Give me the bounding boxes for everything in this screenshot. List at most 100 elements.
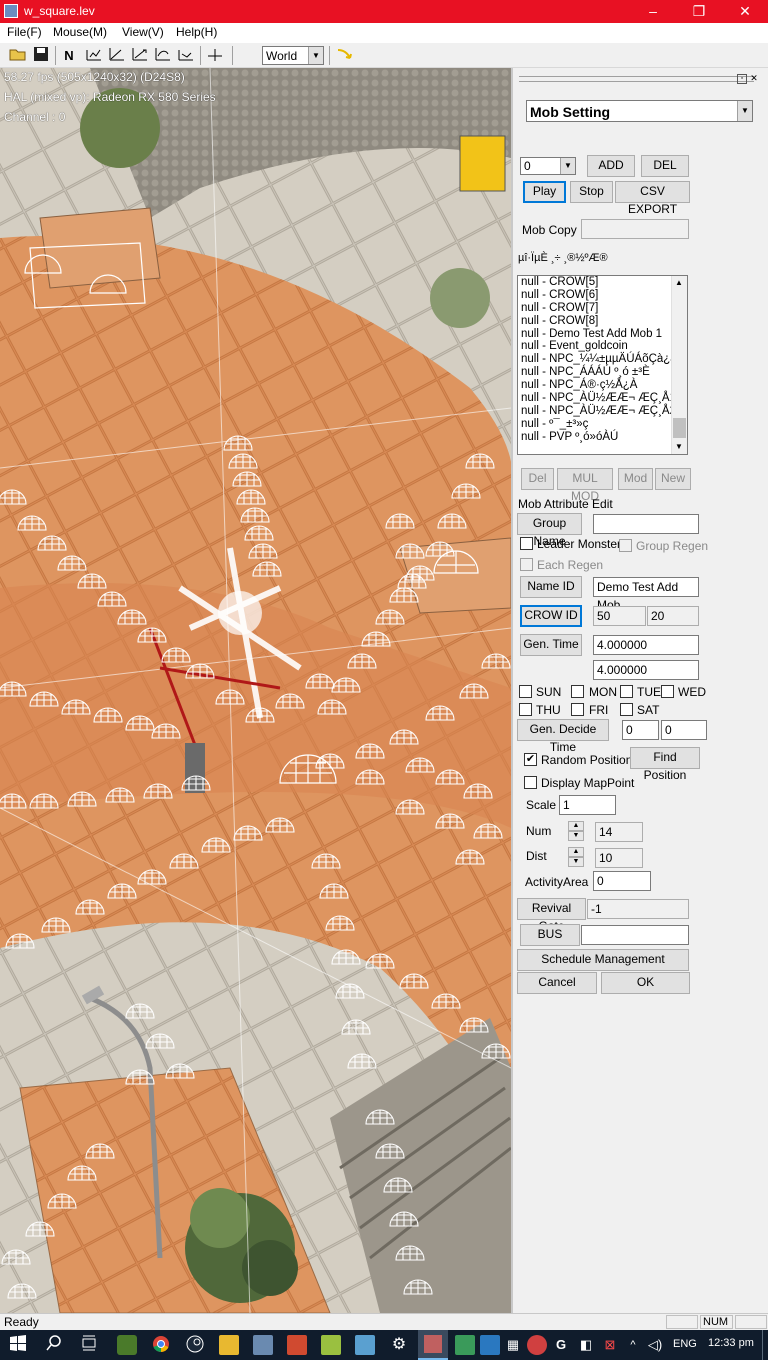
task-view-icon[interactable] <box>79 1335 99 1355</box>
gear-icon[interactable]: ⚙ <box>389 1335 409 1355</box>
graph-icon[interactable] <box>84 46 104 65</box>
clock[interactable]: 12:33 pm <box>708 1337 754 1349</box>
close-button[interactable]: ✕ <box>722 0 768 23</box>
list-item[interactable]: null - NPC_ÀÜ½ÆÆ¬ ÆÇ¸Å1 <box>518 392 687 405</box>
sun-checkbox[interactable] <box>519 685 532 698</box>
find-position-button[interactable]: Find Position <box>630 747 700 782</box>
restore-button[interactable]: ❐ <box>676 0 722 23</box>
list-item[interactable]: null - NPC_¼¼±µµÄÚÁõÇà¿ä¿ø <box>518 353 687 366</box>
mon-checkbox[interactable] <box>571 685 584 698</box>
list-item[interactable]: null - NPC_ÁÁÁÚ º¸ó ±³È <box>518 366 687 379</box>
scroll-down-icon[interactable]: ▼ <box>675 442 683 451</box>
chrome-icon[interactable] <box>151 1335 171 1355</box>
axis-rotate-icon[interactable] <box>153 46 173 65</box>
list-item[interactable]: null - NPC_Á®·ç½Å¿À <box>518 379 687 392</box>
cancel-button[interactable]: Cancel <box>517 972 597 994</box>
crow-id-main-field[interactable]: 50 <box>593 606 646 626</box>
each-regen-checkbox[interactable] <box>520 558 533 571</box>
grid-icon[interactable]: ▦ <box>503 1335 523 1355</box>
index-select[interactable]: 0 ▼ <box>520 157 576 175</box>
axis-icon[interactable] <box>107 46 127 65</box>
schedule-management-button[interactable]: Schedule Management <box>517 949 689 971</box>
stop-button[interactable]: Stop <box>570 181 613 203</box>
scroll-thumb[interactable] <box>673 418 686 438</box>
menu-view[interactable]: View(V) <box>122 25 164 39</box>
panel-gripper[interactable] <box>519 76 754 82</box>
file-explorer-icon[interactable] <box>219 1335 239 1355</box>
play-button[interactable]: Play <box>523 181 566 203</box>
axis-move-icon[interactable] <box>176 46 196 65</box>
num-field[interactable]: 14 <box>595 822 643 842</box>
list-mulmod-button[interactable]: MUL MOD <box>557 468 613 503</box>
tue-checkbox[interactable] <box>620 685 633 698</box>
gen-decide-time-button[interactable]: Gen. Decide Time <box>517 719 609 754</box>
dist-field[interactable]: 10 <box>595 848 643 868</box>
menu-mouse[interactable]: Mouse(M) <box>53 25 107 39</box>
gen-time-button[interactable]: Gen. Time <box>520 634 582 656</box>
float-icon[interactable]: ▫ <box>737 74 747 84</box>
axis-scale-icon[interactable] <box>130 46 150 65</box>
speaker-icon[interactable]: ◁) <box>645 1335 665 1355</box>
list-mod-button[interactable]: Mod <box>618 468 653 490</box>
list-item[interactable]: null - Event_goldcoin <box>518 340 687 353</box>
g-app-icon[interactable]: G <box>551 1335 571 1355</box>
app-leaf-icon[interactable] <box>117 1335 137 1355</box>
gen-decide-field-b[interactable]: 0 <box>661 720 707 740</box>
open-folder-icon[interactable] <box>8 46 28 65</box>
mob-list-scrollbar[interactable]: ▲ ▼ <box>671 276 687 454</box>
group-regen-checkbox[interactable] <box>619 539 632 552</box>
windows-start-icon[interactable] <box>8 1335 28 1355</box>
scale-field[interactable]: 1 <box>559 795 616 815</box>
gen-decide-field-a[interactable]: 0 <box>622 720 659 740</box>
show-desktop-button[interactable] <box>762 1330 763 1360</box>
group-name-button[interactable]: Group Name <box>517 513 582 548</box>
notepad-plus-icon[interactable] <box>321 1335 341 1355</box>
sat-checkbox[interactable] <box>620 703 633 716</box>
name-id-field[interactable]: Demo Test Add Mob <box>593 577 699 612</box>
gen-time-field-1[interactable]: 4.000000 <box>593 635 699 655</box>
list-item[interactable]: null - CROW[6] <box>518 289 687 302</box>
new-n-button[interactable]: N <box>59 46 79 65</box>
del-button[interactable]: DEL <box>641 155 689 177</box>
app-blue-icon[interactable] <box>480 1335 500 1355</box>
gen-time-field-2[interactable]: 4.000000 <box>593 660 699 680</box>
group-name-field[interactable] <box>593 514 699 534</box>
list-item[interactable]: null - CROW[7] <box>518 302 687 315</box>
world-select[interactable]: World ▼ <box>262 46 324 65</box>
search-icon[interactable] <box>44 1335 64 1355</box>
chevron-up-icon[interactable]: ^ <box>623 1335 643 1355</box>
menu-file[interactable]: File(F) <box>7 25 42 39</box>
ok-button[interactable]: OK <box>601 972 690 994</box>
crow-id-sub-field[interactable]: 20 <box>647 606 699 626</box>
app-green-icon[interactable] <box>455 1335 475 1355</box>
activity-area-field[interactable]: 0 <box>593 871 651 891</box>
list-item[interactable]: null - NPC_ÀÜ½ÆÆ¬ ÆÇ¸Å2 <box>518 405 687 418</box>
steam-icon[interactable] <box>185 1335 205 1355</box>
bus-button[interactable]: BUS <box>520 924 580 946</box>
menu-help[interactable]: Help(H) <box>176 25 217 39</box>
language-indicator[interactable]: ENG <box>673 1338 697 1350</box>
bus-field[interactable] <box>581 925 689 945</box>
revival-gate-button[interactable]: Revival Gate <box>517 898 586 933</box>
mob-copy-field[interactable] <box>581 219 689 239</box>
app-window-icon[interactable] <box>253 1335 273 1355</box>
name-id-button[interactable]: Name ID <box>520 576 582 598</box>
list-item[interactable]: null - CROW[5] <box>518 276 687 289</box>
list-del-button[interactable]: Del <box>521 468 554 490</box>
active-app-slot[interactable] <box>418 1330 448 1360</box>
pointer-arrow-icon[interactable] <box>334 46 354 65</box>
dist-up-icon[interactable]: ▲ <box>568 847 584 857</box>
mode-select[interactable]: Mob Setting ▼ <box>526 100 753 122</box>
list-item[interactable]: null - CROW[8] <box>518 315 687 328</box>
scroll-up-icon[interactable]: ▲ <box>675 278 683 287</box>
csv-export-button[interactable]: CSV EXPORT <box>615 181 690 216</box>
dist-down-icon[interactable]: ▼ <box>568 857 584 867</box>
network-error-icon[interactable]: ⊠ <box>600 1335 620 1355</box>
app-tray-icon[interactable]: ◧ <box>576 1335 596 1355</box>
crosshair-icon[interactable] <box>205 46 225 65</box>
revival-gate-field[interactable]: -1 <box>587 899 689 919</box>
notepad-icon[interactable] <box>355 1335 375 1355</box>
save-icon[interactable] <box>31 46 51 65</box>
leader-monster-checkbox[interactable] <box>520 537 533 550</box>
list-item[interactable]: null - º¯_±³»ç <box>518 418 687 431</box>
